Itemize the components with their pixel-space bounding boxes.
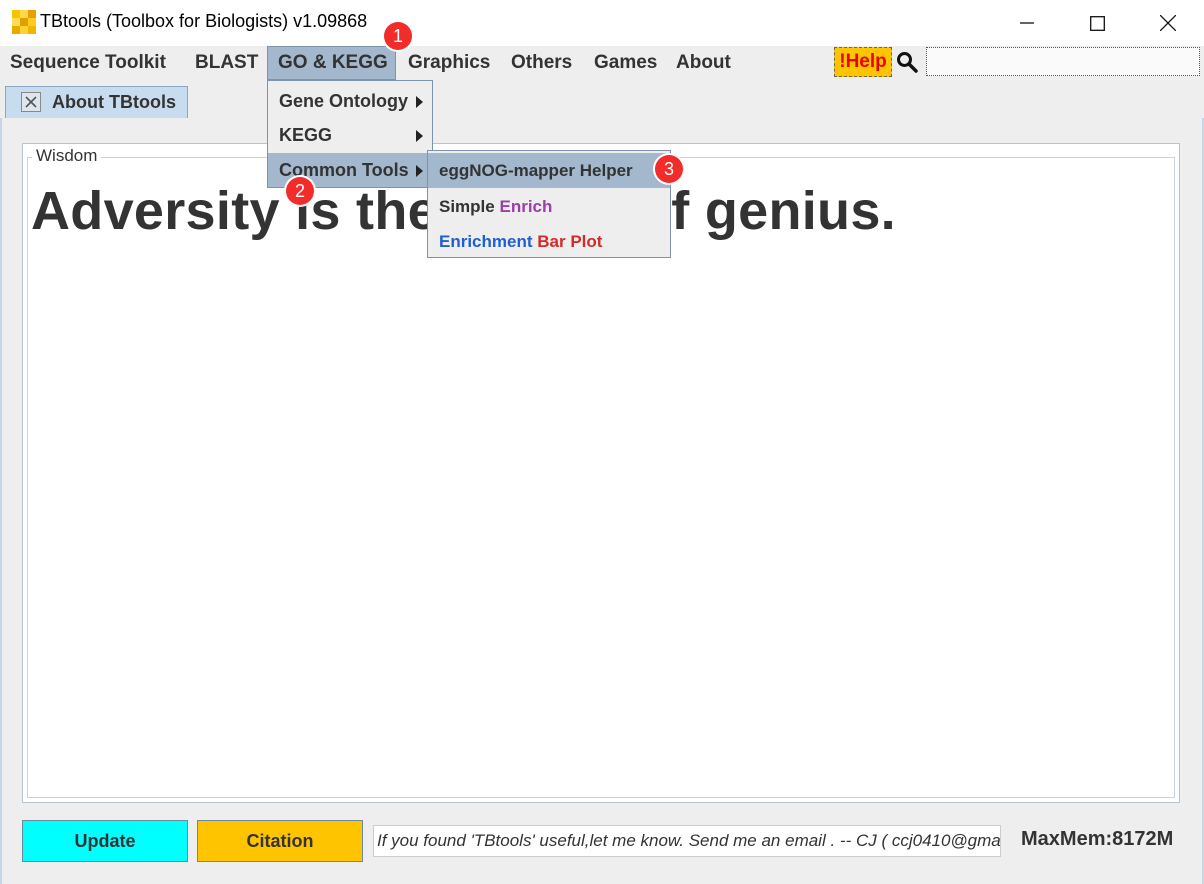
update-button[interactable]: Update — [22, 820, 188, 862]
menu-graphics[interactable]: Graphics — [398, 46, 500, 80]
quote-right: of genius. — [637, 181, 896, 241]
common-tools-submenu: eggNOG-mapper Helper Simple Enrich Enric… — [427, 150, 671, 258]
step-badge-3: 3 — [655, 155, 683, 183]
maximize-button[interactable] — [1062, 0, 1132, 46]
menu-others[interactable]: Others — [501, 46, 582, 80]
menu-games[interactable]: Games — [584, 46, 667, 80]
search-input[interactable] — [926, 47, 1200, 76]
chevron-right-icon — [416, 130, 423, 142]
go-kegg-dropdown: Gene Ontology KEGG Common Tools — [267, 80, 433, 188]
status-message-field[interactable]: If you found 'TBtools' useful,let me kno… — [373, 825, 1001, 857]
step-badge-2: 2 — [286, 177, 314, 205]
close-icon — [25, 96, 37, 108]
menu-item-gene-ontology[interactable]: Gene Ontology — [268, 84, 432, 118]
chevron-right-icon — [416, 165, 423, 177]
tbtools-app-icon — [12, 10, 36, 34]
close-icon — [1160, 15, 1176, 31]
menu-item-enrichment-bar-plot[interactable]: Enrichment Bar Plot — [428, 224, 670, 259]
title-bar: TBtools (Toolbox for Biologists) v1.0986… — [0, 0, 1204, 46]
window-title: TBtools (Toolbox for Biologists) v1.0986… — [40, 11, 368, 31]
minimize-icon — [1020, 22, 1034, 24]
menu-item-eggnog-mapper-helper[interactable]: eggNOG-mapper Helper — [428, 153, 670, 188]
chevron-right-icon — [416, 96, 423, 108]
step-badge-1: 1 — [384, 22, 412, 50]
wisdom-legend: Wisdom — [32, 146, 102, 166]
close-window-button[interactable] — [1133, 0, 1203, 46]
tab-about-tbtools[interactable]: About TBtools — [5, 86, 188, 118]
citation-button[interactable]: Citation — [197, 820, 363, 862]
minimize-button[interactable] — [992, 0, 1062, 46]
menu-about[interactable]: About — [666, 46, 741, 80]
menu-item-simple-enrich[interactable]: Simple Enrich — [428, 189, 670, 224]
max-memory-label: MaxMem:8172M — [1021, 828, 1174, 850]
maximize-icon — [1089, 15, 1105, 31]
menu-blast[interactable]: BLAST — [185, 46, 268, 80]
quote-left: Adversity is the — [31, 181, 438, 241]
tab-close-button[interactable] — [21, 92, 41, 112]
menu-go-kegg[interactable]: GO & KEGG — [267, 46, 396, 80]
search-icon[interactable] — [895, 50, 919, 74]
help-button[interactable]: !Help — [834, 47, 892, 77]
tab-label: About TBtools — [52, 92, 176, 112]
menu-item-kegg[interactable]: KEGG — [268, 118, 432, 152]
menu-sequence-toolkit[interactable]: Sequence Toolkit — [0, 46, 176, 80]
